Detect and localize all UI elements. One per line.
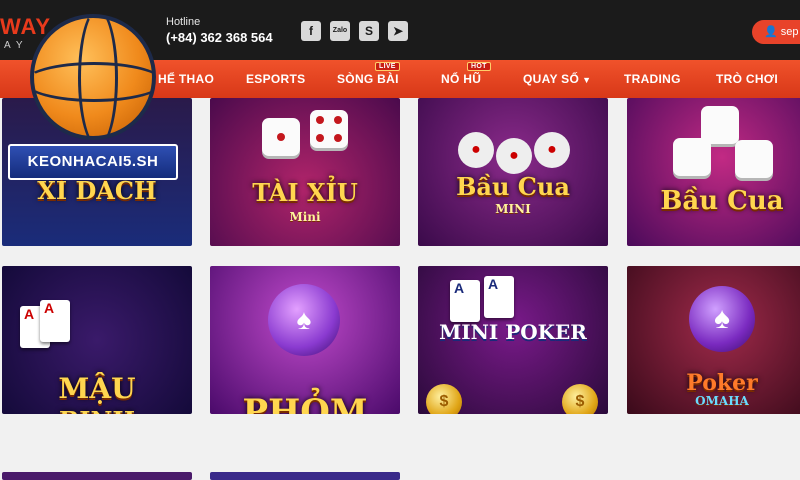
game-title: MINI POKER xyxy=(439,320,587,344)
nav-item-no-hu[interactable]: NỔ HŨ HOT xyxy=(441,62,491,86)
dice-icon xyxy=(310,110,348,148)
hotline-label: Hotline xyxy=(166,16,201,28)
gourd-icon: ● xyxy=(458,132,494,168)
game-title: XÌ DÁCH xyxy=(37,176,157,205)
playing-card-icon: A xyxy=(40,300,70,342)
game-subtitle: MINI xyxy=(495,202,531,216)
playing-card-icon: A xyxy=(484,276,514,318)
user-icon: 👤 xyxy=(764,26,778,38)
basketball-icon xyxy=(24,8,164,148)
game-subtitle: BINH xyxy=(2,406,192,414)
dice-icon xyxy=(735,140,773,178)
hot-badge: HOT xyxy=(467,62,491,71)
watermark-site-name: KEONHACAI5.SH xyxy=(8,144,178,180)
nav-item-quay-so[interactable]: QUAY SỐ ▼ xyxy=(523,72,591,86)
game-tile-mau-binh[interactable]: A A MẬU BINH xyxy=(2,266,192,414)
nav-item-label: NỔ HŨ xyxy=(441,72,482,86)
login-button[interactable]: 👤 sep xyxy=(752,20,800,44)
zalo-icon[interactable]: Zalo xyxy=(330,21,350,41)
game-title: TÀI XỈU xyxy=(252,178,358,207)
hotline-number[interactable]: (+84) 362 368 564 xyxy=(166,30,273,45)
crab-icon: ● xyxy=(496,138,532,174)
live-badge: LIVE xyxy=(375,62,400,71)
nav-item-label: QUAY SỐ xyxy=(523,72,580,86)
game-title: Poker xyxy=(686,370,758,396)
nav-item-song-bai[interactable]: SÒNG BÀI LIVE xyxy=(337,62,400,86)
nav-item-the-thao[interactable]: HỂ THAO xyxy=(158,72,214,86)
game-tile-bau-cua[interactable]: Bầu Cua xyxy=(627,98,800,246)
game-tile-bau-cua-mini[interactable]: ● ● ● Bầu Cua MINI xyxy=(418,98,608,246)
poker-chip-icon: ♠ xyxy=(689,286,755,352)
game-title: Bầu Cua xyxy=(456,172,570,201)
dice-icon xyxy=(673,138,711,176)
nav-item-label: SÒNG BÀI xyxy=(337,72,399,86)
game-title: PHỎM xyxy=(242,392,368,414)
game-tile-poker-omaha[interactable]: ♠ Poker OMAHA xyxy=(627,266,800,414)
dice-icon xyxy=(262,118,300,156)
telegram-icon[interactable]: ➤ xyxy=(388,21,408,41)
nav-item-label: TRÒ CHƠI xyxy=(716,72,778,86)
login-button-label: sep xyxy=(780,26,799,38)
game-subtitle: OMAHA xyxy=(695,394,749,408)
facebook-icon[interactable]: f xyxy=(301,21,321,41)
game-tile-partial[interactable] xyxy=(210,472,400,480)
coin-icon: $ xyxy=(562,384,598,414)
nav-item-label: ESPORTS xyxy=(246,72,306,86)
chevron-down-icon: ▼ xyxy=(582,75,592,85)
game-tile-tai-xiu-mini[interactable]: TÀI XỈU Mini xyxy=(210,98,400,246)
game-tile-partial[interactable] xyxy=(2,472,192,480)
game-title: Bầu Cua xyxy=(660,186,784,216)
nav-item-trading[interactable]: TRADING xyxy=(624,72,681,86)
game-subtitle: Mini xyxy=(289,210,321,224)
coin-icon: $ xyxy=(426,384,462,414)
nav-item-esports[interactable]: ESPORTS xyxy=(246,72,305,86)
chip-icon: ♠ xyxy=(268,284,340,356)
nav-item-label: HỂ THAO xyxy=(158,72,215,86)
game-tile-phom[interactable]: ♠ PHỎM xyxy=(210,266,400,414)
fish-icon: ● xyxy=(534,132,570,168)
brand-logo-subtext: AY xyxy=(4,40,29,51)
nav-item-tro-choi[interactable]: TRÒ CHƠI xyxy=(716,72,778,86)
playing-card-icon: A xyxy=(450,280,480,322)
nav-item-label: TRADING xyxy=(624,72,681,86)
game-tile-mini-poker[interactable]: A A MINI POKER $ $ xyxy=(418,266,608,414)
game-title: MẬU xyxy=(58,372,136,405)
skype-icon[interactable]: S xyxy=(359,21,379,41)
